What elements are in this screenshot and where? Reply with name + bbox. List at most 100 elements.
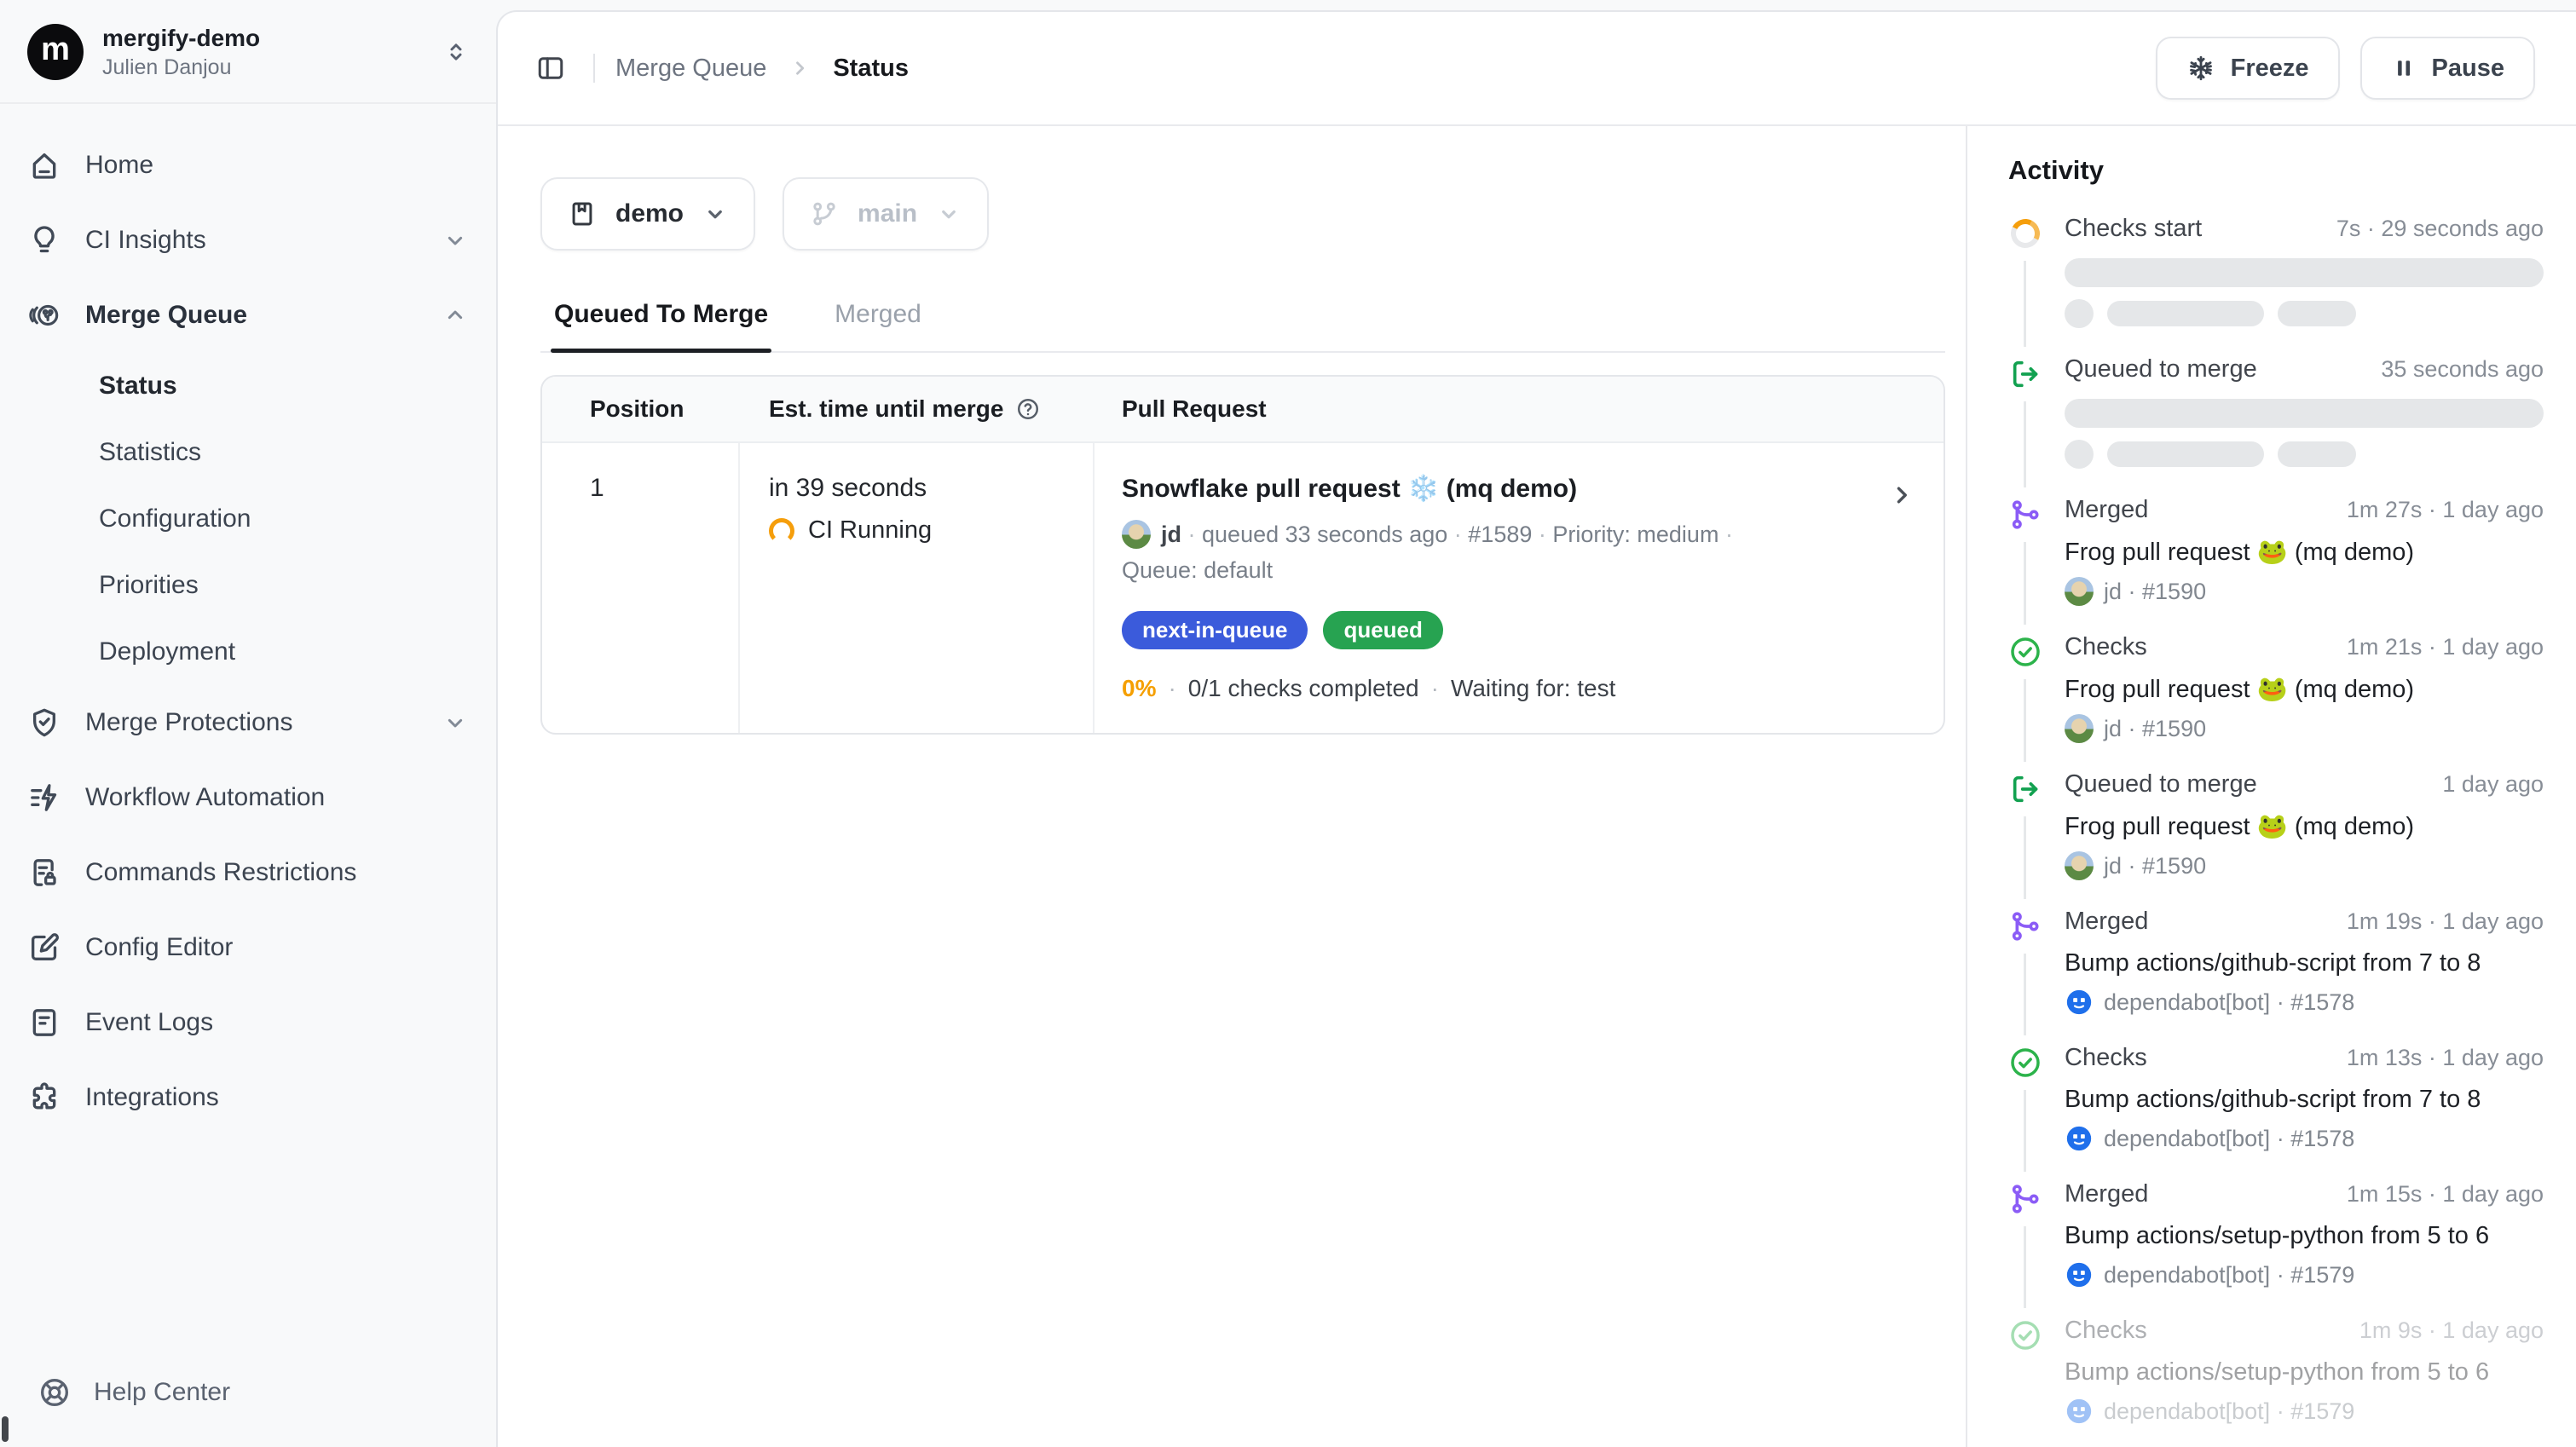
sidebar-item-label: Integrations: [85, 1083, 469, 1112]
help-center-label: Help Center: [94, 1378, 230, 1407]
pr-badges: next-in-queue queued: [1122, 611, 1868, 649]
skeleton-bar: [2065, 399, 2544, 428]
activity-item: Merged1m 19s · 1 day agoBump actions/git…: [2008, 908, 2544, 1017]
queue-row-pr: Snowflake pull request ❄️ (mq demo) jd ·…: [1095, 443, 1944, 733]
pr-label-badge[interactable]: next-in-queue: [1122, 611, 1308, 649]
workspace-switcher[interactable]: m mergify-demo Julien Danjou: [0, 0, 496, 104]
workflow-zap-icon: [27, 781, 61, 815]
queued-to-merge-icon: [2008, 357, 2042, 391]
chevron-up-icon: [442, 302, 469, 329]
column-eta-label: Est. time until merge: [769, 395, 1003, 423]
sidebar-subitem-statistics[interactable]: Statistics: [27, 419, 469, 486]
sidebar-item-merge-queue[interactable]: Merge Queue: [27, 278, 469, 353]
checks-progress: 0%: [1122, 675, 1156, 702]
activity-pr-title[interactable]: Bump actions/setup-python from 5 to 6: [2065, 1222, 2544, 1250]
skeleton-row: [2065, 299, 2544, 328]
queue-row-position: 1: [542, 443, 740, 733]
mergify-logo-icon: m: [27, 24, 84, 80]
queued-to-merge-icon: [2008, 772, 2042, 806]
sidebar-item-label: CI Insights: [85, 226, 418, 255]
sidebar-subitem-priorities[interactable]: Priorities: [27, 552, 469, 619]
sidebar-toggle-button[interactable]: [528, 46, 573, 90]
activity-label: Queued to merge: [2065, 355, 2257, 383]
pr-title[interactable]: Snowflake pull request ❄️ (mq demo): [1122, 474, 1868, 504]
activity-pr-title[interactable]: Frog pull request 🐸 (mq demo): [2065, 812, 2544, 841]
sidebar-subitem-configuration[interactable]: Configuration: [27, 486, 469, 552]
sidebar-item-integrations[interactable]: Integrations: [27, 1060, 469, 1135]
activity-item: Checks 1m 13s · 1 day ago Bump actions/git…: [2008, 1044, 2544, 1153]
workspace-user: Julien Danjou: [102, 55, 425, 80]
file-lock-icon: [27, 856, 61, 890]
chevron-right-icon: [1887, 481, 1916, 510]
activity-pr-meta: jd · #1590: [2065, 851, 2544, 880]
pr-number[interactable]: #1589: [1468, 522, 1532, 547]
workspace-name: mergify-demo: [102, 25, 425, 52]
dependabot-icon: [2065, 988, 2094, 1017]
activity-pr-title[interactable]: Bump actions/github-script from 7 to 8: [2065, 949, 2544, 977]
activity-label: Checks: [2065, 1044, 2147, 1072]
avatar: [1122, 520, 1151, 549]
freeze-button[interactable]: Freeze: [2156, 37, 2340, 100]
sidebar-item-home[interactable]: Home: [27, 128, 469, 203]
sidebar: m mergify-demo Julien Danjou Home CI Ins…: [0, 0, 496, 1447]
scrollbar-thumb[interactable]: [2, 1416, 9, 1442]
sidebar-item-ci-insights[interactable]: CI Insights: [27, 203, 469, 278]
skeleton-bar: [2107, 301, 2264, 326]
sidebar-item-event-logs[interactable]: Event Logs: [27, 985, 469, 1060]
sidebar-subitem-label: Status: [99, 372, 177, 401]
pause-icon: [2391, 55, 2417, 81]
breadcrumb-merge-queue[interactable]: Merge Queue: [615, 55, 766, 83]
circle-check-icon: [2008, 1046, 2042, 1080]
dependabot-icon: [2065, 1260, 2094, 1289]
eta-value: in 39 seconds: [769, 474, 1093, 503]
repository-select[interactable]: demo: [540, 177, 755, 251]
pr-checks-line: 0% · 0/1 checks completed · Waiting for:…: [1122, 675, 1868, 702]
sidebar-item-label: Commands Restrictions: [85, 858, 469, 887]
sidebar-item-workflow-automation[interactable]: Workflow Automation: [27, 760, 469, 835]
checks-completed: 0/1 checks completed: [1188, 675, 1419, 702]
pr-queued-text: queued 33 seconds ago: [1202, 522, 1447, 547]
pr-meta: jd · queued 33 seconds ago · #1589 · Pri…: [1122, 517, 1863, 589]
sidebar-item-commands-restrictions[interactable]: Commands Restrictions: [27, 835, 469, 910]
pause-label: Pause: [2432, 55, 2504, 83]
activity-panel: Activity Checks start7s · 29 seconds ago…: [1966, 126, 2576, 1447]
filters: demo main: [540, 177, 1945, 251]
content: demo main Queued To Merge Merged: [498, 126, 2576, 1447]
life-buoy-icon: [38, 1375, 72, 1410]
pr-queue-name: Queue: default: [1122, 557, 1273, 583]
tab-merged[interactable]: Merged: [831, 300, 925, 351]
help-circle-icon[interactable]: [1015, 396, 1041, 422]
activity-item: Checks start7s · 29 seconds ago: [2008, 215, 2544, 328]
activity-time: 1m 9s · 1 day ago: [2359, 1317, 2544, 1344]
pr-label-badge[interactable]: queued: [1323, 611, 1442, 649]
row-expand-button[interactable]: [1887, 481, 1916, 510]
breadcrumb-status: Status: [833, 55, 909, 83]
sidebar-item-label: Home: [85, 151, 469, 180]
branch-select[interactable]: main: [783, 177, 989, 251]
help-center-link[interactable]: Help Center: [0, 1348, 496, 1447]
chevrons-up-down-icon: [443, 39, 469, 65]
ci-status: CI Running: [769, 516, 1093, 545]
activity-pr-title[interactable]: Bump actions/setup-python from 5 to 6: [2065, 1358, 2544, 1386]
snowflake-icon: [2186, 54, 2215, 83]
activity-pr-title[interactable]: Frog pull request 🐸 (mq demo): [2065, 675, 2544, 704]
sidebar-item-merge-protections[interactable]: Merge Protections: [27, 685, 469, 760]
activity-pr-title[interactable]: Bump actions/github-script from 7 to 8: [2065, 1086, 2544, 1114]
chevron-down-icon: [936, 201, 962, 227]
activity-pr-meta: jd · #1590: [2065, 714, 2544, 743]
sidebar-item-config-editor[interactable]: Config Editor: [27, 910, 469, 985]
sidebar-subitem-status[interactable]: Status: [27, 353, 469, 419]
activity-time: 1m 19s · 1 day ago: [2347, 908, 2544, 935]
activity-pr-title[interactable]: Frog pull request 🐸 (mq demo): [2065, 538, 2544, 567]
queue-row[interactable]: 1 in 39 seconds CI Running Snowflake pul…: [542, 443, 1944, 733]
checks-spinner-icon: [2007, 216, 2044, 252]
panel-left-icon: [535, 53, 566, 84]
file-text-icon: [27, 1006, 61, 1040]
merge-queue-icon: [27, 298, 61, 332]
pause-button[interactable]: Pause: [2360, 37, 2535, 100]
topbar: Merge Queue Status Freeze Pause: [498, 12, 2576, 126]
activity-time: 1m 13s · 1 day ago: [2347, 1045, 2544, 1071]
git-merge-icon: [2008, 909, 2042, 943]
tab-queued-to-merge[interactable]: Queued To Merge: [551, 300, 771, 351]
sidebar-subitem-deployment[interactable]: Deployment: [27, 619, 469, 685]
